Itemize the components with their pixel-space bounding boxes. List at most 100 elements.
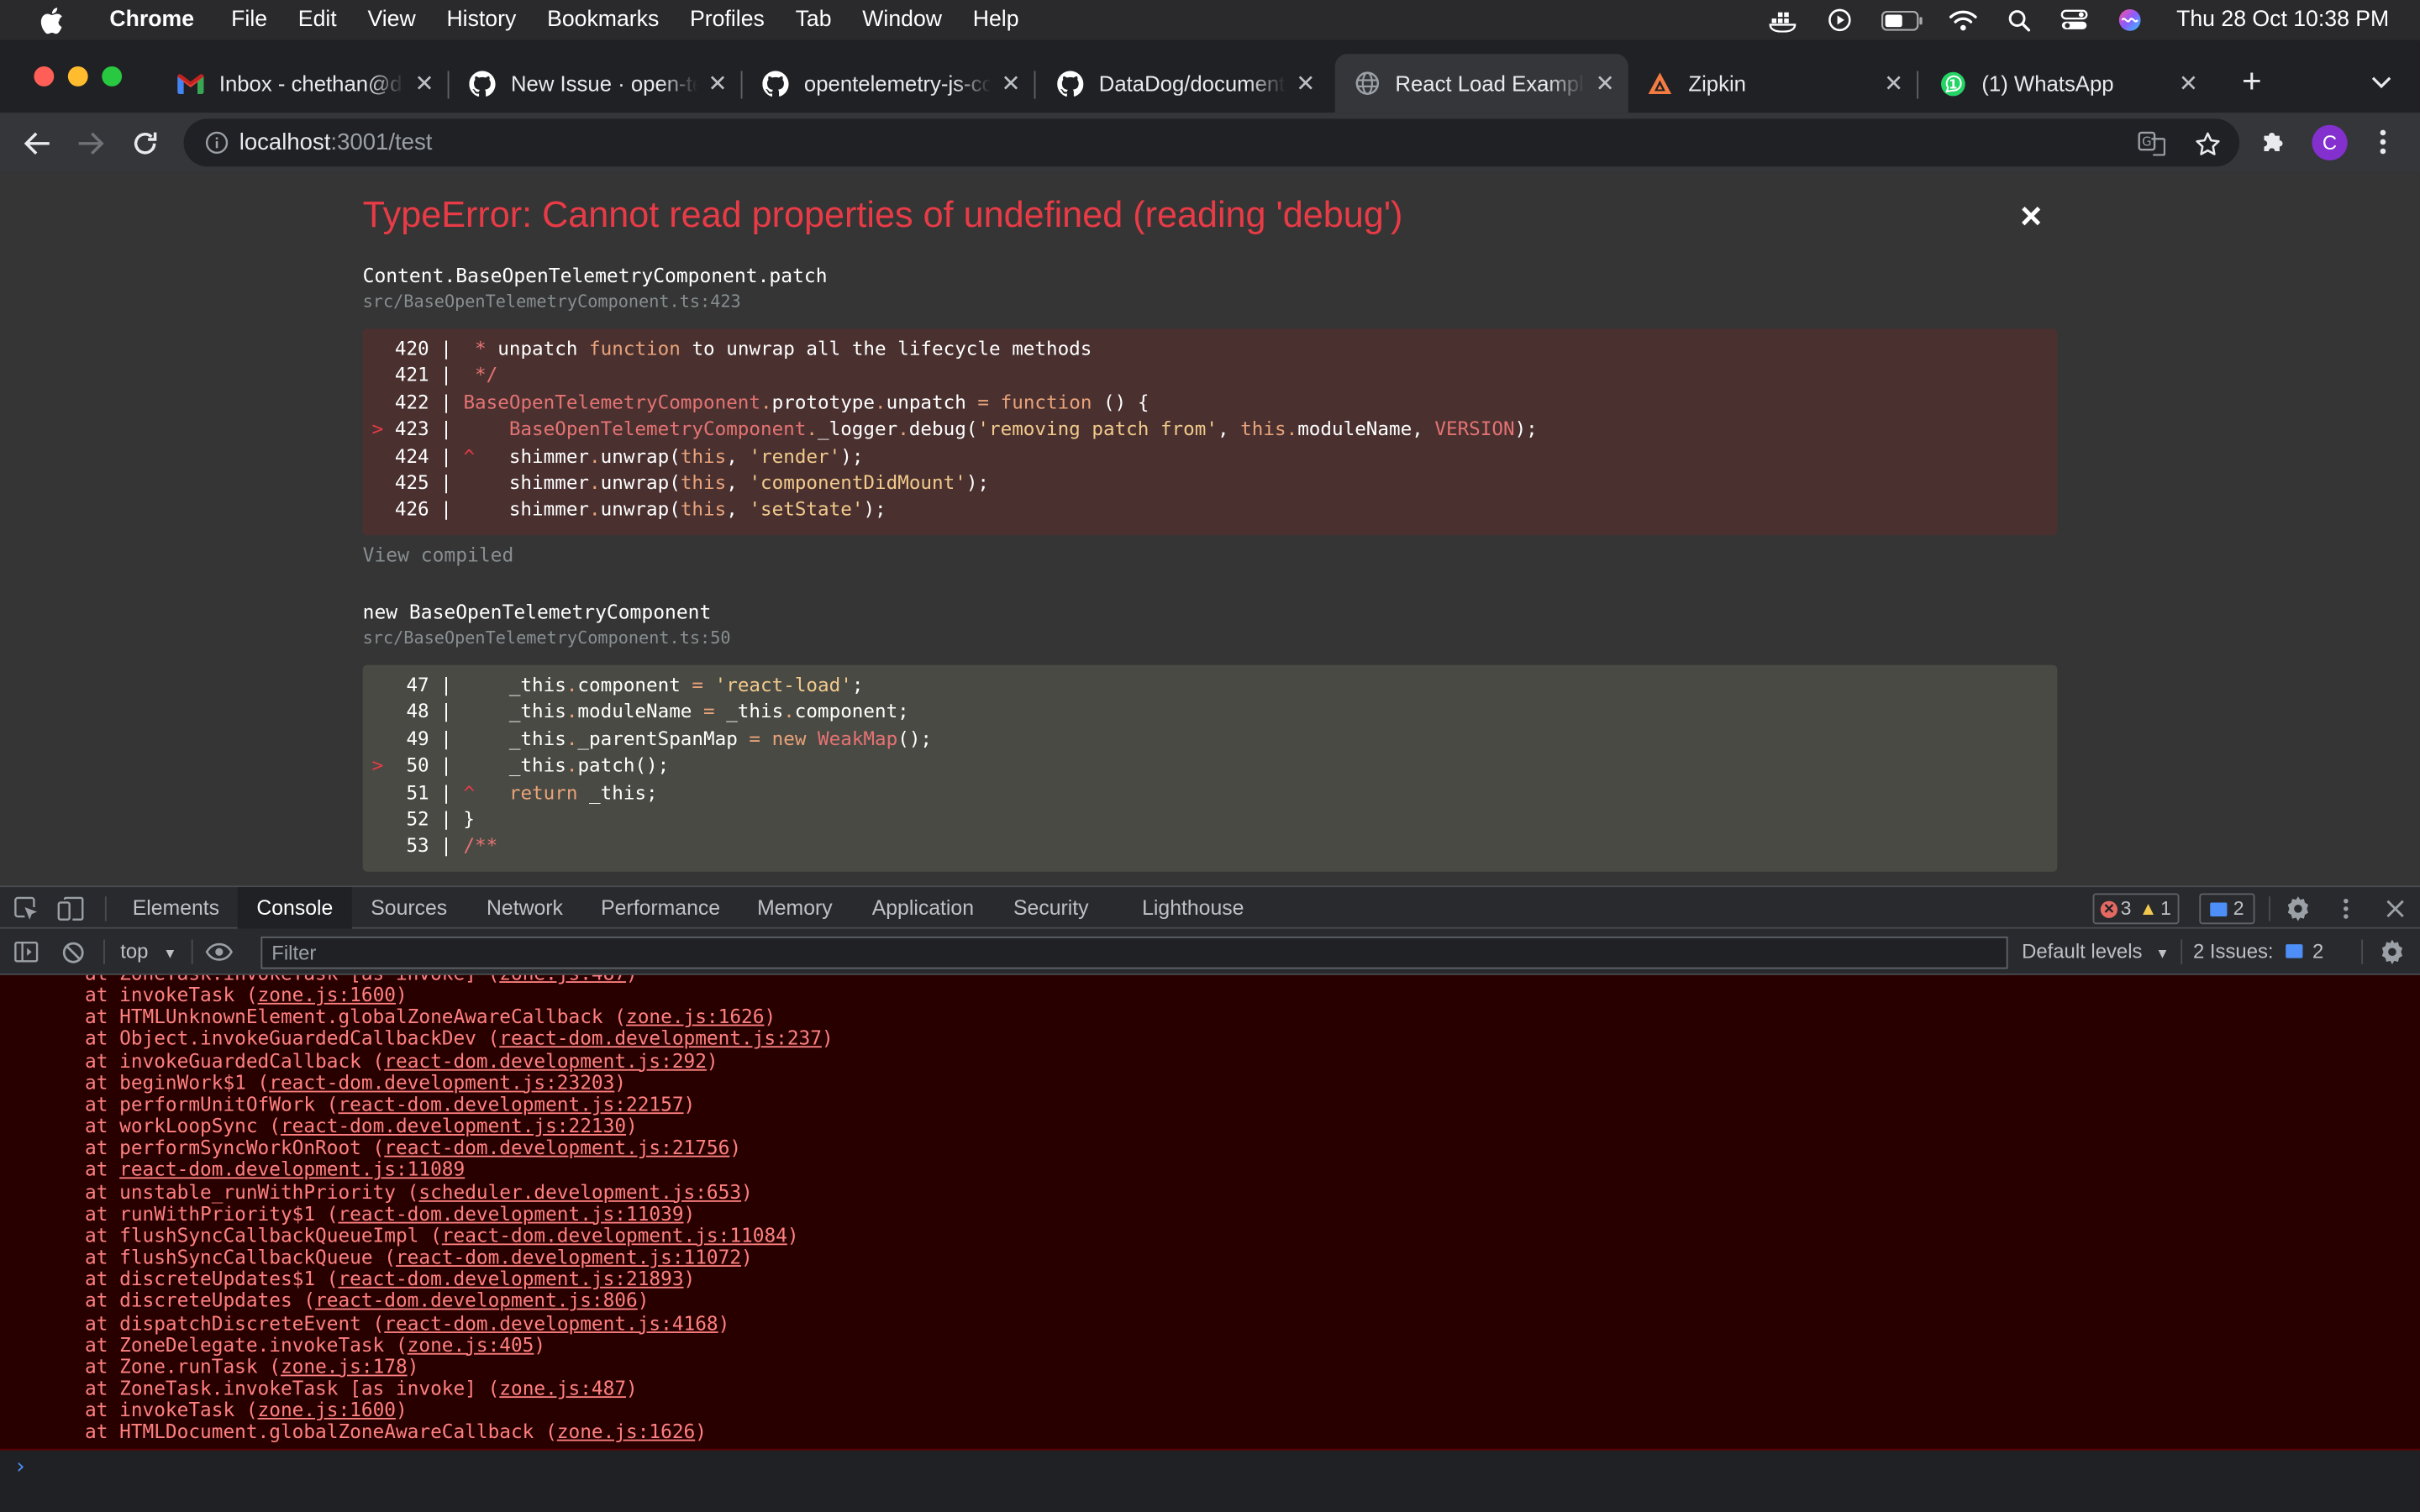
source-link[interactable]: react-dom.development.js:806: [315, 1289, 638, 1312]
console-counts-badge[interactable]: ✕ 3 ▲ 1: [2092, 893, 2180, 925]
tab-zipkin[interactable]: Zipkin ✕: [1628, 54, 1919, 113]
devtools-tab-memory[interactable]: Memory: [738, 887, 852, 929]
inspect-element-icon[interactable]: [13, 895, 40, 922]
source-link[interactable]: zone.js:1600: [258, 1398, 396, 1421]
menu-window[interactable]: Window: [847, 0, 957, 40]
reload-button[interactable]: [127, 125, 164, 162]
source-link[interactable]: react-dom.development.js:11039: [338, 1201, 683, 1225]
view-compiled-toggle[interactable]: View compiled: [363, 543, 514, 567]
devtools-tab-security[interactable]: Security: [994, 887, 1108, 929]
messages-count-badge[interactable]: 2: [2199, 893, 2255, 925]
devtools-tab-network[interactable]: Network: [466, 887, 584, 929]
source-link[interactable]: zone.js:1626: [626, 1005, 764, 1028]
tab-close-icon[interactable]: ✕: [704, 70, 732, 97]
address-bar[interactable]: localhost:3001/test G: [183, 118, 2240, 167]
menu-help[interactable]: Help: [957, 0, 1034, 40]
tab-close-icon[interactable]: ✕: [1292, 70, 1319, 97]
source-link[interactable]: react-dom.development.js:22157: [338, 1092, 683, 1116]
address-url[interactable]: localhost:3001/test: [239, 129, 433, 155]
menu-tab[interactable]: Tab: [780, 0, 847, 40]
issues-counter-button[interactable]: 2 Issues: 2: [2193, 940, 2323, 963]
menu-profiles[interactable]: Profiles: [675, 0, 781, 40]
menu-history[interactable]: History: [431, 0, 532, 40]
source-link[interactable]: zone.js:405: [408, 1332, 534, 1356]
spotlight-search-icon[interactable]: [2003, 8, 2034, 32]
console-output-area[interactable]: at ZoneTask.invokeTask [as invoke] (zone…: [0, 974, 2420, 1451]
source-link[interactable]: react-dom.development.js:4168: [384, 1310, 718, 1334]
tab-github-contrib[interactable]: opentelemetry-js-contrib ✕: [744, 54, 1036, 113]
devtools-tab-console[interactable]: Console: [237, 887, 352, 929]
log-levels-dropdown[interactable]: Default levels ▼: [2022, 940, 2170, 963]
source-link[interactable]: zone.js:1626: [557, 1420, 695, 1443]
tab-close-icon[interactable]: ✕: [411, 70, 439, 97]
tab-github-new-issue[interactable]: New Issue · open-telemetry ✕: [450, 54, 743, 113]
wifi-icon[interactable]: [1948, 8, 1979, 32]
source-link[interactable]: react-dom.development.js:21756: [384, 1136, 729, 1159]
tab-close-icon[interactable]: ✕: [1591, 70, 1619, 97]
source-link[interactable]: react-dom.development.js:23203: [269, 1070, 614, 1094]
tab-close-icon[interactable]: ✕: [997, 70, 1025, 97]
menu-view[interactable]: View: [352, 0, 431, 40]
console-settings-gear-icon[interactable]: [2378, 938, 2406, 966]
devtools-tab-application[interactable]: Application: [854, 887, 992, 929]
tab-react-load-example[interactable]: React Load Example ✕: [1334, 54, 1628, 113]
siri-icon[interactable]: [2115, 8, 2146, 32]
docker-icon[interactable]: [1769, 8, 1800, 32]
battery-icon[interactable]: [1880, 8, 1923, 32]
devtools-tab-sources[interactable]: Sources: [354, 887, 465, 929]
source-link[interactable]: scheduler.development.js:653: [418, 1179, 741, 1203]
profile-avatar[interactable]: C: [2312, 124, 2348, 161]
menu-bookmarks[interactable]: Bookmarks: [532, 0, 675, 40]
window-minimize-button[interactable]: [67, 66, 88, 87]
devtools-tab-lighthouse[interactable]: Lighthouse: [1125, 887, 1261, 929]
window-close-button[interactable]: [34, 66, 55, 87]
menu-file[interactable]: File: [216, 0, 283, 40]
device-toolbar-icon[interactable]: [57, 895, 85, 922]
forward-button[interactable]: [72, 125, 109, 162]
tab-gmail[interactable]: Inbox - chethan@datadoghq.com ✕: [159, 54, 450, 113]
console-filter-input[interactable]: [260, 936, 2008, 969]
live-expression-eye-icon[interactable]: [205, 938, 233, 966]
show-sidebar-icon[interactable]: [13, 938, 40, 966]
stack-frame-location[interactable]: src/BaseOpenTelemetryComponent.ts:423: [363, 291, 741, 312]
source-link[interactable]: zone.js:1600: [258, 983, 396, 1006]
tab-close-icon[interactable]: ✕: [1880, 70, 1907, 97]
console-prompt-input[interactable]: ›: [0, 1450, 2420, 1512]
tab-close-icon[interactable]: ✕: [2175, 70, 2202, 97]
bookmark-star-icon[interactable]: [2193, 129, 2221, 157]
source-link[interactable]: zone.js:487: [499, 975, 626, 984]
tab-datadog-docs[interactable]: DataDog/documentation ✕: [1039, 54, 1328, 113]
execution-context-select[interactable]: top ▼: [120, 940, 176, 963]
source-link[interactable]: react-dom.development.js:21893: [338, 1267, 683, 1290]
menu-clock[interactable]: Thu 28 Oct 10:38 PM: [2176, 8, 2389, 32]
source-link[interactable]: react-dom.development.js:22130: [281, 1114, 626, 1137]
close-overlay-button[interactable]: ×: [2014, 198, 2048, 235]
tab-search-chevron-icon[interactable]: [2369, 70, 2393, 94]
devtools-more-kebab-icon[interactable]: [2332, 895, 2360, 922]
source-link[interactable]: react-dom.development.js:11084: [442, 1223, 787, 1247]
new-tab-button[interactable]: +: [2235, 61, 2269, 100]
apple-logo-icon[interactable]: [35, 6, 66, 34]
devtools-close-icon[interactable]: [2381, 895, 2409, 922]
source-link[interactable]: react-dom.development.js:11072: [396, 1245, 741, 1268]
site-info-icon[interactable]: [205, 131, 229, 155]
devtools-tab-performance[interactable]: Performance: [585, 887, 736, 929]
clear-console-icon[interactable]: [59, 938, 87, 966]
control-center-icon[interactable]: [2060, 8, 2091, 32]
chrome-menu-kebab-icon[interactable]: [2366, 125, 2400, 159]
window-zoom-button[interactable]: [102, 66, 123, 87]
devtools-settings-gear-icon[interactable]: [2284, 895, 2312, 922]
stack-frame-location[interactable]: src/BaseOpenTelemetryComponent.ts:50: [363, 628, 731, 648]
devtools-tab-elements[interactable]: Elements: [116, 887, 236, 929]
back-button[interactable]: [18, 125, 55, 162]
menu-app-name[interactable]: Chrome: [94, 0, 209, 40]
source-link[interactable]: react-dom.development.js:11089: [119, 1158, 465, 1181]
tab-whatsapp[interactable]: 1 (1) WhatsApp ✕: [1922, 54, 2212, 113]
source-link[interactable]: react-dom.development.js:292: [384, 1048, 707, 1072]
source-link[interactable]: react-dom.development.js:237: [499, 1026, 822, 1050]
play-circle-icon[interactable]: [1824, 8, 1855, 32]
source-link[interactable]: zone.js:487: [499, 1376, 626, 1399]
extensions-puzzle-icon[interactable]: [2256, 125, 2290, 159]
source-link[interactable]: zone.js:178: [281, 1354, 408, 1378]
menu-edit[interactable]: Edit: [282, 0, 352, 40]
